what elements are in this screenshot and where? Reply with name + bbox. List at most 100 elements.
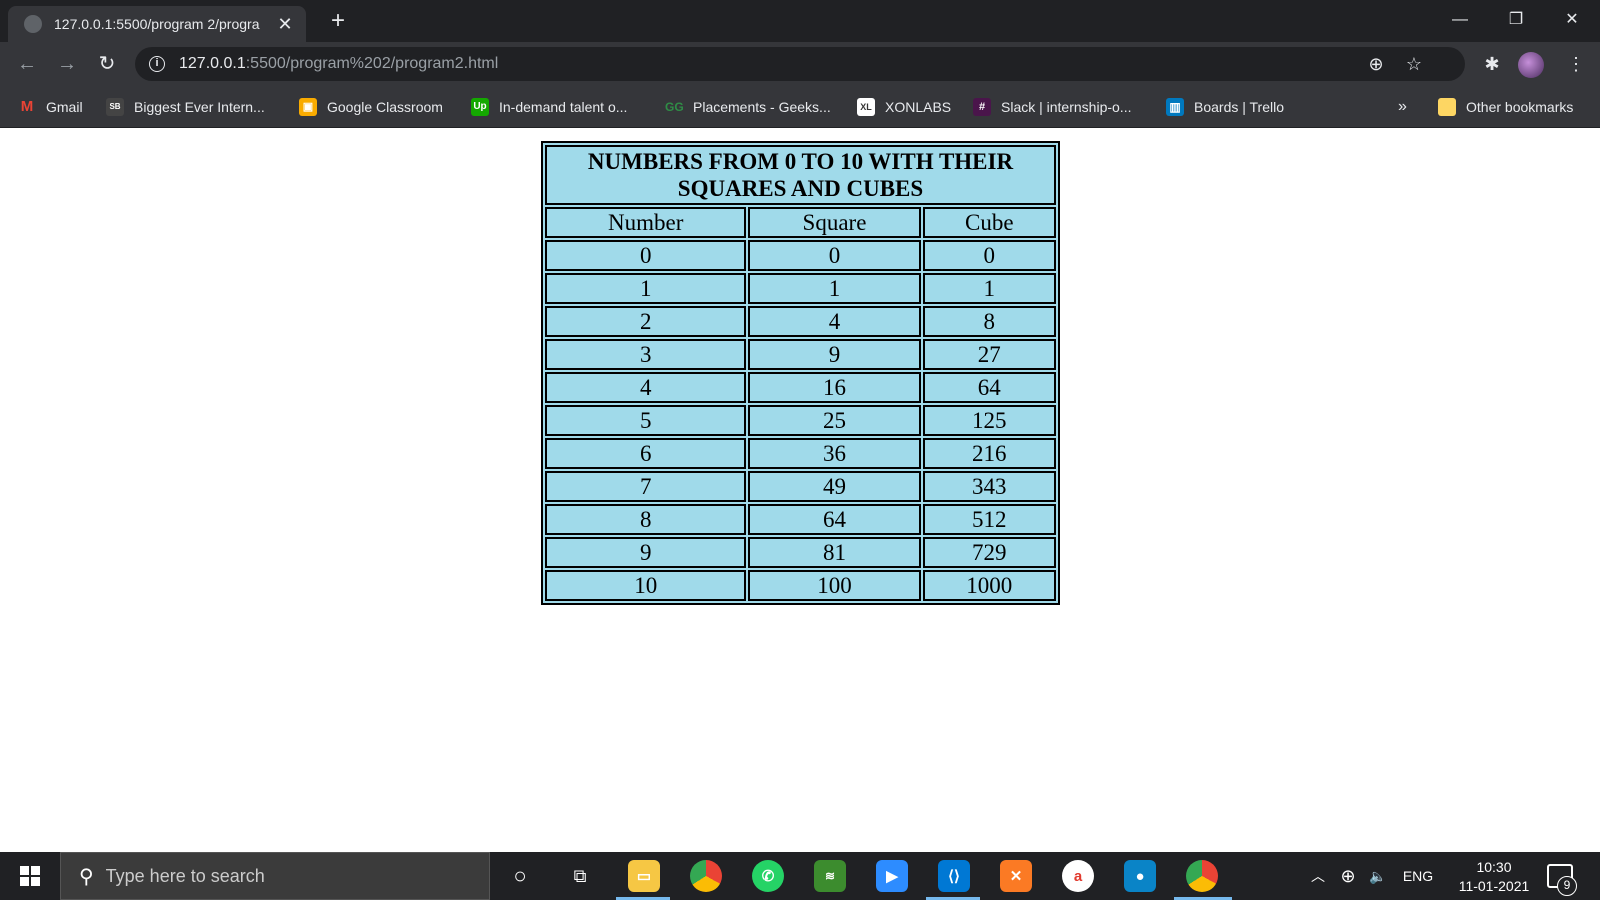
table-cell: 27 [922, 339, 1056, 370]
xampp-icon[interactable]: ✕ [1000, 860, 1032, 892]
network-icon[interactable]: ⊕ [1336, 852, 1360, 900]
chrome-profile-icon[interactable] [1186, 860, 1218, 892]
table-cell: 36 [748, 438, 921, 469]
table-cell: 0 [545, 240, 747, 271]
app-icon[interactable]: ≋ [814, 860, 846, 892]
zoom-icon[interactable]: ⊕ [1361, 47, 1391, 81]
table-cell: 4 [545, 372, 747, 403]
notification-badge: 9 [1557, 876, 1577, 896]
table-cell: 64 [748, 504, 921, 535]
bookmark-upwork[interactable]: Up In-demand talent o... [471, 96, 627, 118]
table-cell: 125 [922, 405, 1056, 436]
table-cell: 64 [922, 372, 1056, 403]
bookmarks-overflow-button[interactable]: » [1398, 96, 1407, 118]
squares-cubes-table: NUMBERS FROM 0 TO 10 WITH THEIR SQUARES … [541, 141, 1060, 605]
url-path: :5500/program%202/program2.html [245, 55, 499, 72]
bookmark-classroom[interactable]: ▣ Google Classroom [299, 96, 443, 118]
table-cell: 9 [545, 537, 747, 568]
chrome-icon[interactable] [690, 860, 722, 892]
minimize-button[interactable]: ― [1440, 6, 1480, 34]
bookmark-trello[interactable]: ▥ Boards | Trello [1166, 96, 1284, 118]
table-row: 7 49 343 [545, 471, 1056, 502]
info-icon[interactable]: i [149, 56, 165, 72]
table-cell: 1 [545, 273, 747, 304]
table-cell: 81 [748, 537, 921, 568]
other-bookmarks-folder[interactable]: Other bookmarks [1438, 96, 1573, 118]
menu-icon[interactable]: ⋮ [1562, 50, 1590, 78]
table-row: 248 [545, 306, 1056, 337]
bookmark-internship[interactable]: SB Biggest Ever Intern... [106, 96, 265, 118]
table-cell: 10 [545, 570, 747, 601]
restore-button[interactable]: ❐ [1496, 6, 1536, 34]
close-tab-icon[interactable]: ✕ [274, 14, 296, 35]
trello-icon: ▥ [1166, 98, 1184, 116]
table-cell: 512 [922, 504, 1056, 535]
slack-icon: # [973, 98, 991, 116]
bookmark-slack[interactable]: # Slack | internship-o... [973, 96, 1131, 118]
bookmark-gmail[interactable]: M Gmail [18, 96, 83, 118]
table-cell: 100 [748, 570, 921, 601]
start-button[interactable] [0, 852, 60, 900]
table-row: 4 16 64 [545, 372, 1056, 403]
column-header: Square [748, 207, 921, 238]
system-clock[interactable]: 10:30 11-01-2021 [1444, 858, 1544, 896]
reload-button[interactable]: ↻ [93, 50, 121, 78]
extensions-icon[interactable]: ✱ [1478, 50, 1506, 78]
table-cell: 4 [748, 306, 921, 337]
screen-recorder-icon[interactable]: ● [1124, 860, 1156, 892]
address-bar[interactable]: i 127.0.0.1:5500/program%202/program2.ht… [135, 47, 1465, 81]
table-row: 8 64 512 [545, 504, 1056, 535]
table-caption-row: NUMBERS FROM 0 TO 10 WITH THEIR SQUARES … [545, 145, 1056, 205]
upwork-icon: Up [471, 98, 489, 116]
bookmark-star-icon[interactable]: ☆ [1399, 47, 1429, 81]
table-cell: 729 [922, 537, 1056, 568]
clock-date: 11-01-2021 [1458, 878, 1530, 894]
clock-time: 10:30 [1476, 859, 1512, 875]
bookmarks-bar: M Gmail SB Biggest Ever Intern... ▣ Goog… [0, 86, 1600, 128]
table-cell: 8 [545, 504, 747, 535]
table-header-row: Number Square Cube [545, 207, 1056, 238]
cortana-icon[interactable]: ○ [504, 860, 536, 892]
taskbar-search-box[interactable]: ⚲ Type here to search [60, 852, 490, 900]
column-header: Number [545, 207, 747, 238]
profile-avatar[interactable] [1518, 52, 1544, 78]
table-cell: 2 [545, 306, 747, 337]
bookmark-xonlabs[interactable]: XL XONLABS [857, 96, 951, 118]
volume-icon[interactable]: 🔈 [1364, 852, 1392, 900]
table-row: 111 [545, 273, 1056, 304]
whatsapp-icon[interactable]: ✆ [752, 860, 784, 892]
file-explorer-icon[interactable]: ▭ [628, 860, 660, 892]
table-cell: 1 [748, 273, 921, 304]
browser-tab[interactable]: 127.0.0.1:5500/program 2/progra ✕ [8, 6, 306, 42]
table-row: 5 25 125 [545, 405, 1056, 436]
language-indicator[interactable]: ENG [1398, 852, 1438, 900]
chevron-up-icon[interactable]: ︿ [1306, 852, 1330, 900]
bookmark-geeks[interactable]: GG Placements - Geeks... [665, 96, 831, 118]
folder-icon [1438, 98, 1456, 116]
app-icon[interactable]: a [1062, 860, 1094, 892]
column-header: Cube [922, 207, 1056, 238]
vscode-icon[interactable]: ⟨⟩ [938, 860, 970, 892]
search-icon: ⚲ [79, 865, 94, 888]
table-row: 9 81 729 [545, 537, 1056, 568]
back-button[interactable]: ← [13, 50, 41, 78]
new-tab-button[interactable]: + [324, 8, 352, 36]
tab-title: 127.0.0.1:5500/program 2/progra [54, 16, 260, 32]
table-cell: 8 [922, 306, 1056, 337]
tab-strip: 127.0.0.1:5500/program 2/progra ✕ + ― ❐ … [0, 0, 1600, 42]
table-cell: 6 [545, 438, 747, 469]
url-host: 127.0.0.1 [179, 55, 246, 72]
windows-logo-icon [20, 866, 40, 886]
table-cell: 16 [748, 372, 921, 403]
table-cell: 1 [922, 273, 1056, 304]
forward-button[interactable]: → [53, 50, 81, 78]
zoom-icon[interactable]: ▶ [876, 860, 908, 892]
xonlabs-icon: XL [857, 98, 875, 116]
gmail-icon: M [20, 98, 34, 115]
task-view-icon[interactable]: ⧉ [564, 860, 596, 892]
close-window-button[interactable]: ✕ [1552, 6, 1592, 34]
geeksforgeeks-icon: GG [665, 100, 684, 114]
table-cell: 5 [545, 405, 747, 436]
table-row: 000 [545, 240, 1056, 271]
table-cell: 9 [748, 339, 921, 370]
